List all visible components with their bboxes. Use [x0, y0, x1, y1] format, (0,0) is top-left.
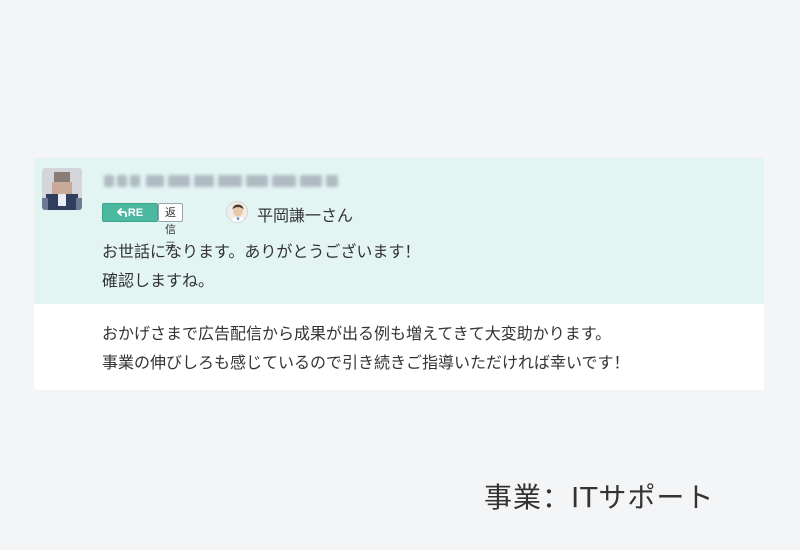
chat-card: RE 返信元 平岡謙一さん お世話になります。ありがとうございます！ 確認します…: [34, 158, 764, 390]
followup-line-1: おかげさまで広告配信から成果が出る例も増えてきて大変助かります。: [102, 324, 612, 343]
re-badge-label: RE: [127, 206, 144, 219]
reply-to-avatar: [226, 201, 248, 223]
reply-arrow-icon: [116, 208, 128, 217]
caption: 事業：ITサポート: [484, 481, 715, 514]
message-line-2: 確認しますね。: [102, 271, 215, 290]
re-badge[interactable]: RE: [102, 203, 158, 222]
message-line-1: お世話になります。ありがとうございます！: [102, 242, 421, 261]
reply-source-link[interactable]: 返信元: [158, 203, 183, 253]
sender-name-redacted: [104, 175, 344, 187]
followup-message[interactable]: おかげさまで広告配信から成果が出る例も増えてきて大変助かります。 事業の伸びしろ…: [34, 304, 764, 390]
sender-avatar[interactable]: [42, 168, 82, 210]
highlighted-message[interactable]: RE 返信元 平岡謙一さん お世話になります。ありがとうございます！ 確認します…: [34, 158, 764, 304]
followup-line-2: 事業の伸びしろも感じているので引き続きご指導いただければ幸いです！: [102, 353, 630, 372]
reply-to-name[interactable]: 平岡謙一さん: [257, 202, 353, 226]
